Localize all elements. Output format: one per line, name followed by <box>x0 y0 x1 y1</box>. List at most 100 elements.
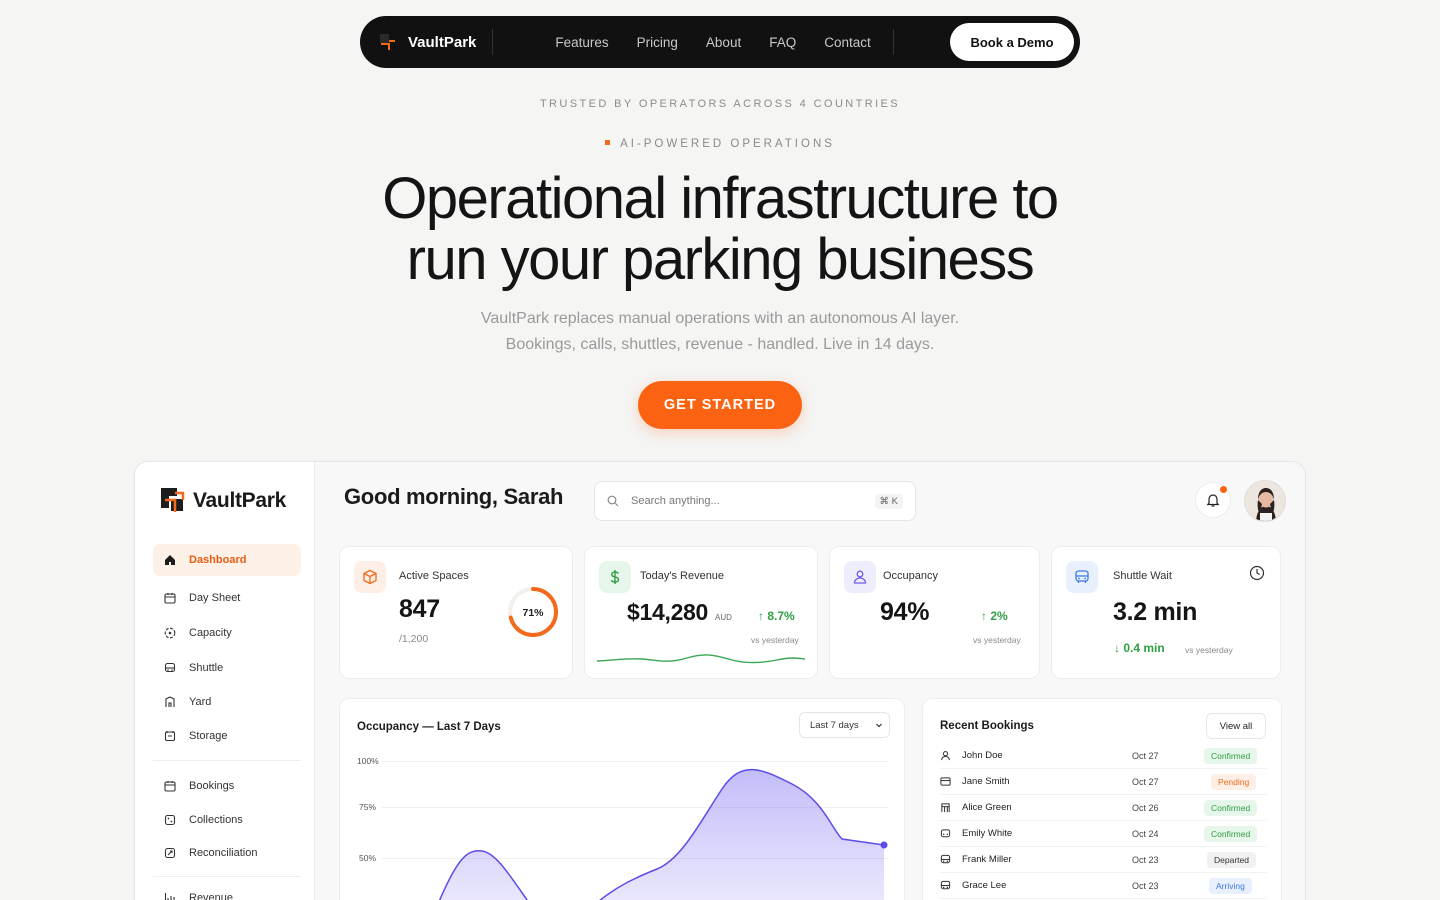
kpi-card-occupancy[interactable]: Occupancy 94% ↑ 2% vs yesterday <box>829 546 1040 679</box>
nav-link-features[interactable]: Features <box>555 35 608 50</box>
notification-button[interactable] <box>1195 482 1231 518</box>
booking-row[interactable]: Emily White Oct 24 Confirmed <box>940 821 1267 847</box>
sidebar-item-reconciliation[interactable]: Reconciliation <box>153 837 301 869</box>
booking-name: Emily White <box>962 828 1013 839</box>
view-all-button[interactable]: View all <box>1206 713 1266 739</box>
search-icon <box>607 495 619 507</box>
sidebar-item-label: Collections <box>189 814 243 826</box>
eyebrow-text: AI-POWERED OPERATIONS <box>620 138 835 150</box>
booking-row[interactable]: Frank Miller Oct 23 Departed <box>940 847 1267 873</box>
booking-row[interactable]: Grace Lee Oct 23 Arriving <box>940 873 1267 899</box>
collections-icon <box>163 813 177 827</box>
status-badge: Pending <box>1211 773 1257 790</box>
booking-date: Oct 23 <box>1132 880 1159 891</box>
calendar-icon <box>163 779 177 793</box>
chart-icon <box>163 891 177 900</box>
bus-icon <box>163 661 177 675</box>
kpi-unit: AUD <box>715 613 732 622</box>
sidebar-item-storage[interactable]: Storage <box>153 720 301 752</box>
booking-date: Oct 27 <box>1132 776 1159 787</box>
sidebar-item-dashboard[interactable]: Dashboard <box>153 544 301 576</box>
nav-links: Features Pricing About FAQ Contact <box>555 35 870 50</box>
revenue-sparkline <box>597 654 805 664</box>
kpi-label: Active Spaces <box>399 570 469 582</box>
bus-icon <box>940 880 952 892</box>
yard-icon <box>163 695 177 709</box>
nav-link-about[interactable]: About <box>706 35 741 50</box>
booking-row[interactable]: Alice Green Oct 26 Confirmed <box>940 795 1267 821</box>
kpi-label: Shuttle Wait <box>1113 570 1172 582</box>
occupancy-chart-card: Occupancy — Last 7 Days Last 7 days 100%… <box>339 698 905 900</box>
nav-link-pricing[interactable]: Pricing <box>637 35 678 50</box>
nav-divider <box>892 29 894 55</box>
car-icon <box>940 828 952 840</box>
status-badge: Confirmed <box>1204 799 1258 816</box>
nav-link-contact[interactable]: Contact <box>824 35 871 50</box>
hero-heading: Operational infrastructure to run your p… <box>0 168 1440 290</box>
kpi-vs: vs yesterday <box>973 635 1021 645</box>
dashboard-logo[interactable]: VaultPark <box>161 488 286 514</box>
kpi-label: Today's Revenue <box>640 570 725 582</box>
sidebar-item-label: Shuttle <box>189 662 224 674</box>
nav-logo[interactable]: VaultPark <box>378 32 476 52</box>
dashboard-main: Good morning, Sarah Search anything... ⌘… <box>315 462 1305 900</box>
booking-row[interactable]: Jane Smith Oct 27 Pending <box>940 769 1267 795</box>
status-badge: Arriving <box>1209 877 1252 894</box>
range-value: Last 7 days <box>810 719 859 731</box>
kpi-delta: ↓ 0.4 min <box>1114 641 1165 655</box>
y-tick-label: 100% <box>357 756 379 766</box>
vaultpark-logo-icon <box>161 488 185 512</box>
gauge-icon <box>163 626 177 640</box>
kpi-vs: vs yesterday <box>751 635 799 645</box>
bus-icon <box>1066 561 1098 593</box>
hero-line-2: run your parking business <box>406 227 1035 292</box>
get-started-button[interactable]: GET STARTED <box>638 381 802 429</box>
status-badge: Confirmed <box>1204 825 1258 842</box>
sidebar-item-label: Dashboard <box>189 554 247 566</box>
kpi-delta-value: 2% <box>990 609 1008 623</box>
sidebar-item-label: Bookings <box>189 780 235 792</box>
clock-icon <box>1249 565 1265 581</box>
user-icon <box>940 750 952 762</box>
user-avatar[interactable] <box>1244 480 1286 522</box>
trusted-caption: TRUSTED BY OPERATORS ACROSS 4 COUNTRIES <box>539 98 901 110</box>
sidebar-divider <box>153 760 301 761</box>
book-demo-button[interactable]: Book a Demo <box>950 23 1074 61</box>
sidebar-item-revenue[interactable]: Revenue <box>153 882 301 900</box>
sidebar-item-shuttle[interactable]: Shuttle <box>153 652 301 684</box>
sidebar-item-yard[interactable]: Yard <box>153 686 301 718</box>
sidebar-item-capacity[interactable]: Capacity <box>153 617 301 649</box>
sidebar-item-collections[interactable]: Collections <box>153 804 301 836</box>
dashboard-search[interactable]: Search anything... ⌘ K <box>594 481 916 521</box>
dashboard-brand: VaultPark <box>193 489 287 512</box>
kpi-card-active-spaces[interactable]: Active Spaces 847 /1,200 71% <box>339 546 573 679</box>
booking-name: Grace Lee <box>962 880 1007 891</box>
dashboard-sidebar: VaultPark Dashboard Day Sheet Capacity S… <box>135 462 315 900</box>
top-nav: VaultPark Features Pricing About FAQ Con… <box>360 16 1080 68</box>
booking-name: Jane Smith <box>962 776 1010 787</box>
kpi-delta-value: 8.7% <box>767 609 795 623</box>
range-select[interactable]: Last 7 days <box>799 712 890 738</box>
arrow-down-icon: ↓ <box>1114 641 1124 655</box>
dashboard-preview: VaultPark Dashboard Day Sheet Capacity S… <box>134 461 1306 900</box>
kpi-card-revenue[interactable]: Today's Revenue $14,280 AUD ↑ 8.7% vs ye… <box>584 546 818 679</box>
occupancy-point <box>880 841 888 849</box>
occupancy-area-chart <box>438 768 888 900</box>
sidebar-item-label: Capacity <box>189 627 232 639</box>
storage-icon <box>163 729 177 743</box>
dollar-icon <box>599 561 631 593</box>
home-icon <box>163 553 177 567</box>
sidebar-item-day-sheet[interactable]: Day Sheet <box>153 582 301 614</box>
kpi-card-shuttle[interactable]: Shuttle Wait 3.2 min ↓ 0.4 min vs yester… <box>1051 546 1281 679</box>
sidebar-item-bookings[interactable]: Bookings <box>153 770 301 802</box>
arrow-up-icon: ↑ <box>981 609 991 623</box>
booking-date: Oct 24 <box>1132 828 1159 839</box>
calendar-icon <box>163 591 177 605</box>
nav-link-faq[interactable]: FAQ <box>769 35 796 50</box>
subtitle-line-2: Bookings, calls, shuttles, revenue - han… <box>505 336 935 353</box>
booking-date: Oct 23 <box>1132 854 1159 865</box>
booking-row[interactable]: John Doe Oct 27 Confirmed <box>940 743 1267 769</box>
kpi-delta: ↑ 2% <box>981 609 1008 623</box>
kpi-vs: vs yesterday <box>1185 645 1233 655</box>
status-badge: Departed <box>1207 851 1256 868</box>
